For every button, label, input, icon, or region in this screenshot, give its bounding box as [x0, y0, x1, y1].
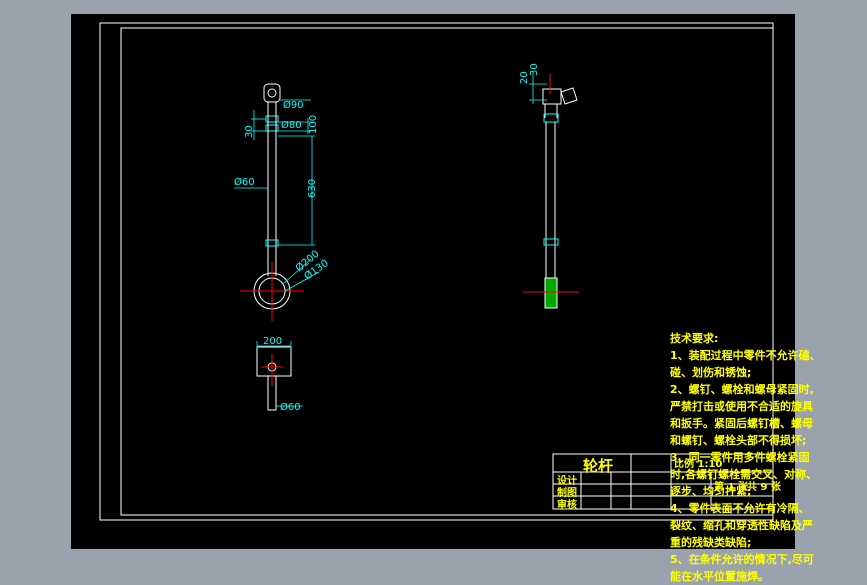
side-view	[542, 87, 578, 279]
front-centerlines	[240, 262, 304, 321]
dim-100: 100	[308, 115, 319, 134]
dim-d80: Ø80	[281, 119, 302, 131]
side-centerline	[523, 74, 579, 293]
note-line: 5、在条件允许的情况下,尽可	[670, 553, 814, 566]
note-line: 碰、划伤和锈蚀;	[670, 366, 752, 379]
note-line: 4、零件表面不允许有冷隔、	[670, 502, 810, 515]
dim-200-bottom: 200	[263, 336, 282, 347]
note-line: 2、螺钉、螺栓和螺母紧固时,	[670, 383, 814, 396]
note-line: 1、装配过程中零件不允许磕、	[670, 349, 821, 362]
notes-title: 技术要求:	[670, 332, 719, 345]
part-name: 轮杆	[583, 457, 614, 475]
bottom-dimensions	[256, 341, 303, 407]
top-cap	[263, 83, 281, 103]
dim-d60-front: Ø60	[234, 176, 255, 188]
dim-d60-bottom: Ø60	[280, 401, 301, 413]
note-line: 严禁打击或使用不合适的旋具	[670, 400, 813, 413]
note-line: 重的残缺类缺陷;	[670, 536, 752, 549]
role-review: 审核	[557, 500, 577, 511]
dim-630: 630	[307, 179, 318, 198]
top-cap-bolt	[267, 88, 277, 98]
bottom-view	[256, 346, 292, 411]
side-head	[542, 88, 562, 105]
side-handle	[560, 87, 578, 105]
dim-30-side: 30	[529, 63, 540, 76]
mount-plate	[256, 346, 292, 377]
drawing-sheet: Ø90 Ø80 30 100 Ø60 630 Ø200 Ø130 200 Ø60	[71, 14, 821, 583]
note-line: 逐步、均匀拧紧;	[670, 485, 752, 498]
note-line: 能在水平位置施焊。	[670, 570, 769, 583]
dim-30: 30	[244, 125, 255, 138]
note-line: 裂纹、缩孔和穿透性缺陷及严	[670, 519, 813, 532]
note-line: 3、同一零件用多件螺栓紧固	[670, 451, 810, 464]
note-line: 和扳手。紧固后螺钉槽、螺母	[670, 417, 813, 430]
bottom-view-centerline	[261, 354, 283, 386]
side-wheel	[544, 277, 558, 309]
note-line: 和螺钉、螺栓头部不得损坏;	[670, 434, 807, 447]
dim-d90: Ø90	[283, 99, 304, 111]
technical-notes: 技术要求: 1、装配过程中零件不允许磕、 碰、划伤和锈蚀; 2、螺钉、螺栓和螺母…	[670, 330, 867, 585]
note-line: 时,各螺钉螺栓需交叉、对称、	[670, 468, 818, 481]
